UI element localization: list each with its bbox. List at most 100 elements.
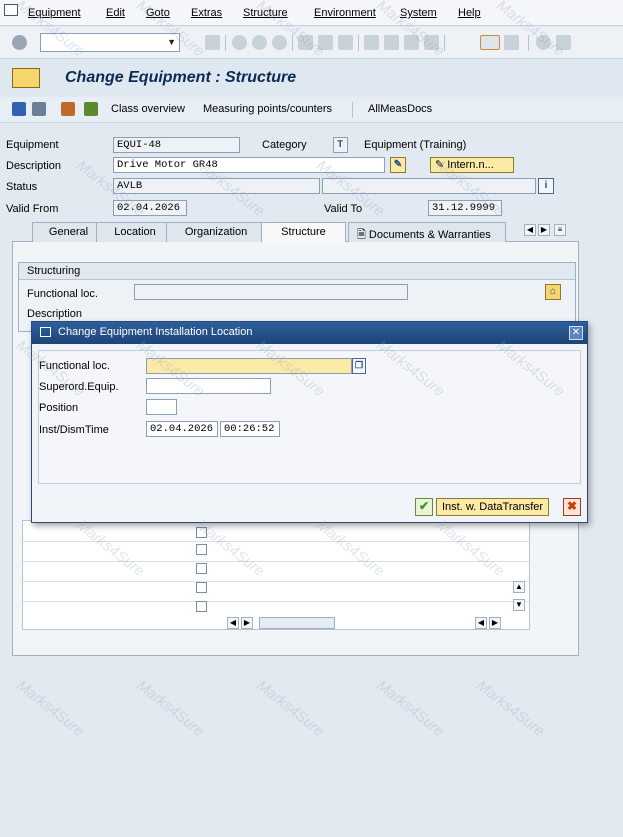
tab-documents-label: Documents & Warranties xyxy=(368,229,491,241)
menu-goto[interactable]: Goto xyxy=(146,7,170,19)
intern-note-button[interactable]: ✎ Intern.n... xyxy=(430,157,514,173)
position-field[interactable] xyxy=(146,399,177,415)
print-icon[interactable] xyxy=(298,35,313,50)
menu-environment[interactable]: Environment xyxy=(314,7,376,19)
back-icon[interactable] xyxy=(232,35,247,50)
equipment-field[interactable]: EQUI-48 xyxy=(113,137,240,153)
menu-edit[interactable]: Edit xyxy=(106,7,125,19)
chevron-down-icon[interactable]: ▼ xyxy=(167,37,176,47)
menu-extras[interactable]: Extras xyxy=(191,7,222,19)
scroll-left-icon[interactable]: ◀ xyxy=(475,617,487,629)
functional-loc-field[interactable] xyxy=(134,284,408,300)
search-help-icon[interactable]: ❐ xyxy=(352,358,366,374)
new-session-icon[interactable] xyxy=(480,35,500,50)
tab-scroll-left-icon[interactable]: ◀ xyxy=(524,224,536,236)
scroll-left-icon[interactable]: ◀ xyxy=(227,617,239,629)
menu-dropdown-icon[interactable] xyxy=(12,68,40,88)
class-overview-button[interactable]: Class overview xyxy=(111,103,185,115)
shortcut-icon[interactable] xyxy=(504,35,519,50)
inst-date-field[interactable]: 02.04.2026 xyxy=(146,421,218,437)
layout-menu-icon[interactable] xyxy=(556,35,571,50)
intern-note-label: Intern.n... xyxy=(447,159,494,171)
watermark: Marks4Sure xyxy=(13,676,88,741)
description-field[interactable]: Drive Motor GR48 xyxy=(113,157,385,173)
dialog-window-icon xyxy=(40,327,51,337)
save-icon[interactable] xyxy=(205,35,220,50)
close-icon[interactable]: ✕ xyxy=(569,326,583,340)
tab-organization[interactable]: Organization xyxy=(166,222,266,242)
superord-equip-field[interactable] xyxy=(146,378,271,394)
enter-check-icon[interactable] xyxy=(12,35,27,50)
tab-list-icon[interactable]: ≡ xyxy=(554,224,566,236)
tab-structure[interactable]: Structure xyxy=(261,222,346,242)
dialog-title-bar: Change Equipment Installation Location ✕ xyxy=(32,322,587,344)
app-window-icon[interactable] xyxy=(4,4,18,16)
grid-checkbox[interactable] xyxy=(196,527,207,538)
dialog-functional-loc-field[interactable] xyxy=(146,358,352,374)
inst-data-transfer-button[interactable]: Inst. w. DataTransfer xyxy=(436,498,550,516)
status-text-field xyxy=(322,178,536,194)
superord-equip-label: Superord.Equip. xyxy=(39,381,119,393)
help-icon[interactable] xyxy=(536,35,551,50)
grid-checkbox[interactable] xyxy=(196,601,207,612)
scroll-down-icon[interactable]: ▼ xyxy=(513,599,525,611)
status-info-icon[interactable]: i xyxy=(538,178,554,194)
hierarchy-icon[interactable]: ⌂ xyxy=(545,284,561,300)
last-page-icon[interactable] xyxy=(424,35,439,50)
tab-documents-warranties[interactable]: 🗎 Documents & Warranties xyxy=(348,222,506,242)
menu-system[interactable]: System xyxy=(400,7,437,19)
toolbar-divider xyxy=(225,35,226,51)
list-icon[interactable] xyxy=(32,102,46,116)
horizontal-scrollbar[interactable] xyxy=(259,617,335,629)
scroll-right-icon[interactable]: ▶ xyxy=(241,617,253,629)
long-text-edit-icon[interactable]: ✎ xyxy=(390,157,406,173)
structuring-header: Structuring xyxy=(19,263,575,280)
status-field[interactable]: AVLB xyxy=(113,178,320,194)
grid-row-line xyxy=(23,581,529,582)
grid-checkbox[interactable] xyxy=(196,582,207,593)
tab-location[interactable]: Location xyxy=(96,222,174,242)
dialog-footer: ✔ Inst. w. DataTransfer ✖ xyxy=(32,492,587,522)
watermark: Marks4Sure xyxy=(373,676,448,741)
partners-icon[interactable] xyxy=(61,102,75,116)
watermark: Marks4Sure xyxy=(473,676,548,741)
inst-time-field[interactable]: 00:26:52 xyxy=(220,421,280,437)
find-icon[interactable] xyxy=(318,35,333,50)
cancel-icon[interactable] xyxy=(272,35,287,50)
edit-icon: ✎ xyxy=(435,159,448,171)
valid-to-field[interactable]: 31.12.9999 xyxy=(428,200,502,216)
grid-checkbox[interactable] xyxy=(196,563,207,574)
exit-icon[interactable] xyxy=(252,35,267,50)
scroll-up-icon[interactable]: ▲ xyxy=(513,581,525,593)
dialog-functional-loc-label: Functional loc. xyxy=(39,360,110,372)
menu-equipment[interactable]: Equipment xyxy=(28,7,81,19)
measuring-points-button[interactable]: Measuring points/counters xyxy=(203,103,332,115)
menu-help[interactable]: Help xyxy=(458,7,481,19)
confirm-check-icon[interactable]: ✔ xyxy=(415,498,433,516)
equipment-label: Equipment xyxy=(6,139,59,151)
previous-page-icon[interactable] xyxy=(384,35,399,50)
menu-bar: Equipment Edit Goto Extras Structure Env… xyxy=(0,0,623,26)
command-field[interactable]: ▼ xyxy=(40,33,180,52)
first-page-icon[interactable] xyxy=(364,35,379,50)
toolbar-divider xyxy=(444,35,445,51)
hierarchy-icon[interactable] xyxy=(84,102,98,116)
menu-structure[interactable]: Structure xyxy=(243,7,288,19)
inst-dism-time-label: Inst/DismTime xyxy=(39,424,109,436)
info-icon[interactable] xyxy=(12,102,26,116)
category-field[interactable]: T xyxy=(333,137,348,153)
application-toolbar: Class overview Measuring points/counters… xyxy=(0,97,623,123)
find-next-icon[interactable] xyxy=(338,35,353,50)
scroll-right-icon[interactable]: ▶ xyxy=(489,617,501,629)
all-meas-docs-button[interactable]: AllMeasDocs xyxy=(368,103,432,115)
grid-checkbox[interactable] xyxy=(196,544,207,555)
tab-scroll-right-icon[interactable]: ▶ xyxy=(538,224,550,236)
installation-location-dialog: Change Equipment Installation Location ✕… xyxy=(31,321,588,523)
watermark: Marks4Sure xyxy=(133,676,208,741)
title-area: Change Equipment : Structure xyxy=(0,60,623,96)
valid-from-field[interactable]: 02.04.2026 xyxy=(113,200,187,216)
cancel-x-icon[interactable]: ✖ xyxy=(563,498,581,516)
tab-strip: General Location Organization Structure … xyxy=(18,222,578,242)
next-page-icon[interactable] xyxy=(404,35,419,50)
tab-general[interactable]: General xyxy=(32,222,105,242)
